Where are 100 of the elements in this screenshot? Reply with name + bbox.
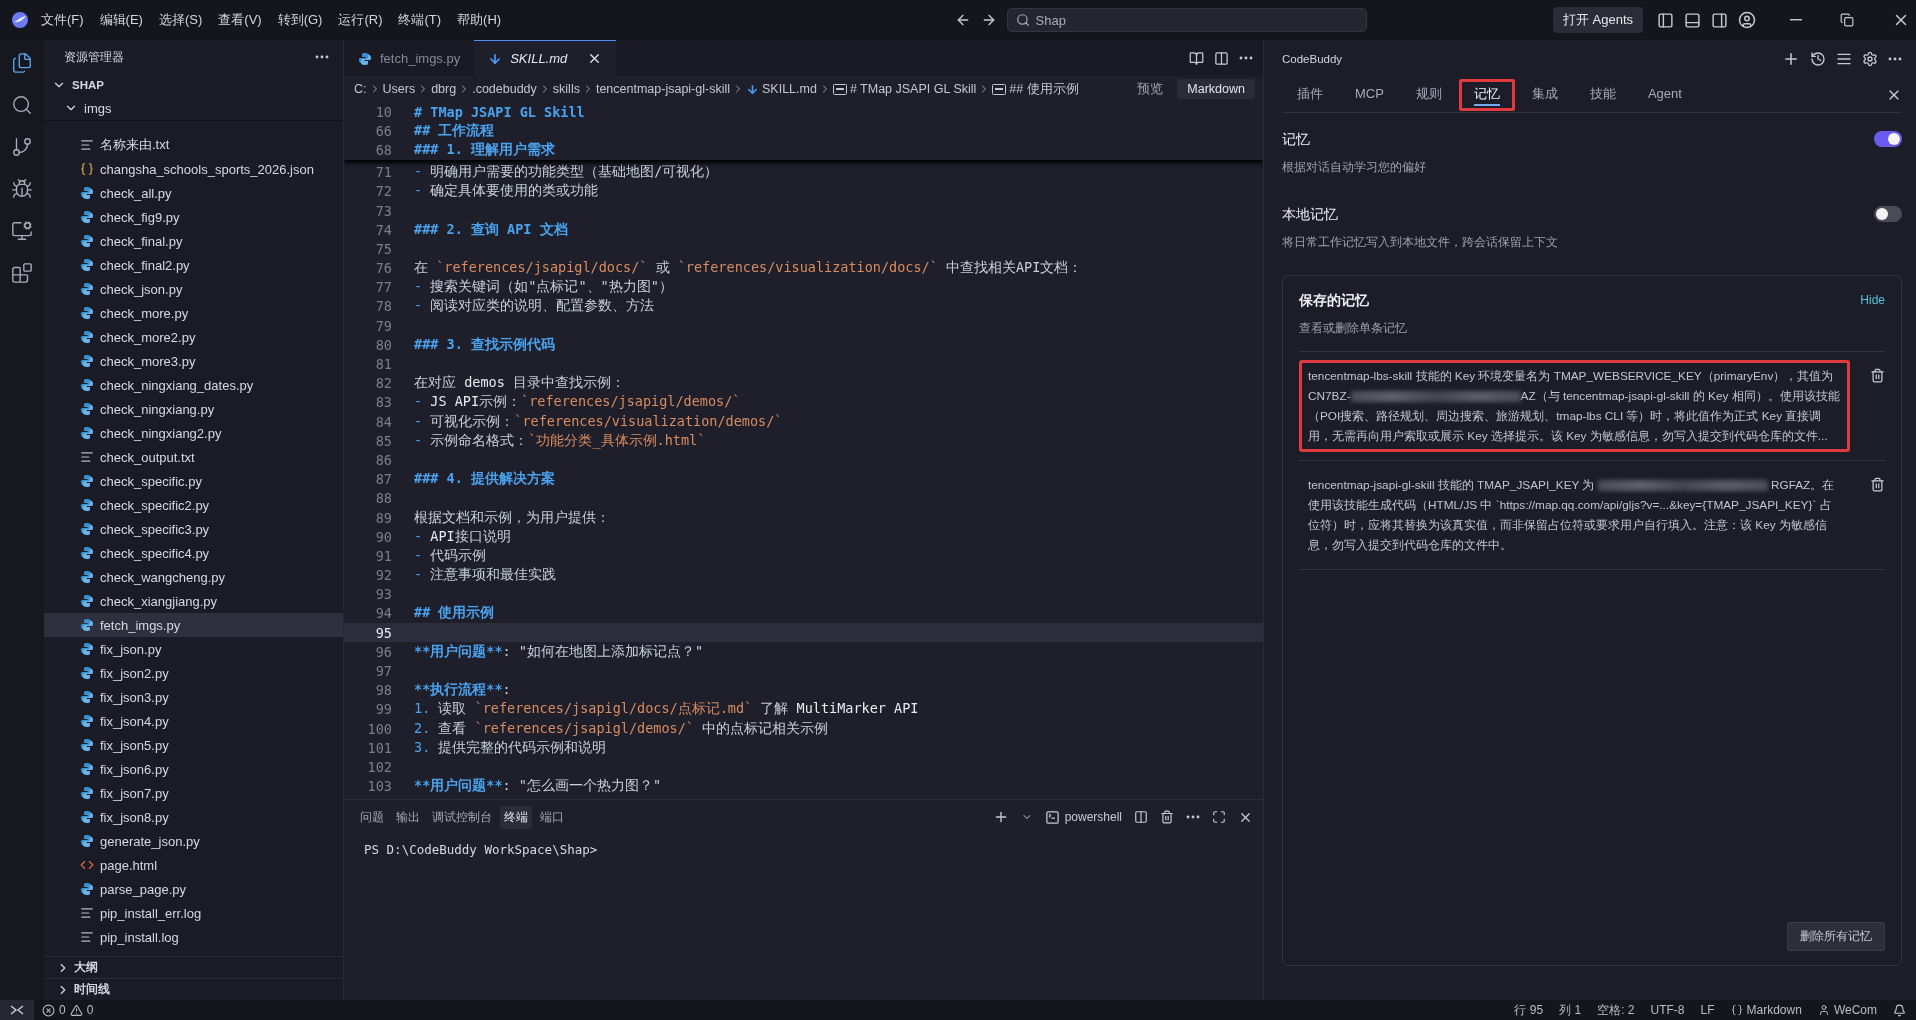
settings-tab[interactable]: 规则 [1400, 79, 1457, 111]
remote-button[interactable] [0, 1000, 34, 1020]
status-item[interactable]: 行 95 [1506, 1001, 1552, 1019]
preview-link[interactable]: 预览 [1133, 80, 1168, 98]
delete-all-button[interactable]: 删除所有记忆 [1787, 922, 1885, 951]
toggle-switch[interactable] [1874, 131, 1902, 147]
file-item[interactable]: fix_json4.py [44, 709, 343, 733]
file-item[interactable]: fix_json7.py [44, 781, 343, 805]
breadcrumb-item[interactable]: SKILL.md [746, 82, 817, 96]
file-item[interactable]: check_wangcheng.py [44, 565, 343, 589]
breadcrumb-item[interactable]: Users [382, 82, 416, 96]
status-item[interactable]: Markdown [1722, 1003, 1810, 1017]
markdown-button[interactable]: Markdown [1177, 79, 1255, 99]
minimize-button[interactable] [1790, 19, 1802, 21]
file-item[interactable]: check_more3.py [44, 349, 343, 373]
left-panel-button[interactable] [1657, 11, 1674, 29]
problems-button[interactable]: 0 0 [34, 1003, 102, 1017]
file-item[interactable]: fix_json6.py [44, 757, 343, 781]
activity-button[interactable] [11, 262, 33, 284]
restore-button[interactable] [1840, 13, 1854, 27]
breadcrumb-item[interactable]: skills [552, 82, 580, 96]
file-item[interactable]: check_final2.py [44, 253, 343, 277]
settings-tab[interactable]: 记忆 [1458, 79, 1515, 111]
panel-tab[interactable]: 输出 [392, 805, 424, 829]
settings-tab[interactable]: MCP [1340, 79, 1399, 111]
status-item[interactable]: 空格: 2 [1589, 1001, 1643, 1019]
history-button[interactable] [1810, 51, 1826, 67]
menu-item[interactable]: 查看(V) [211, 7, 269, 33]
more-button[interactable] [315, 55, 329, 59]
more-button[interactable] [1888, 57, 1902, 61]
split-editor-button[interactable] [1214, 50, 1229, 66]
workspace-folder[interactable]: SHAP [44, 74, 343, 96]
menu-item[interactable]: 编辑(E) [92, 7, 150, 33]
file-item[interactable]: changsha_schools_sports_2026.json [44, 157, 343, 181]
breadcrumb-item[interactable]: ## 使用示例 [992, 80, 1079, 98]
file-item[interactable]: generate_json.py [44, 829, 343, 853]
file-item[interactable]: fix_json3.py [44, 685, 343, 709]
settings-button[interactable] [1862, 51, 1878, 67]
activity-button[interactable] [11, 220, 33, 242]
activity-button[interactable] [11, 52, 33, 74]
breadcrumb-item[interactable]: C: [354, 82, 367, 96]
file-item[interactable]: parse_page.py [44, 877, 343, 901]
file-item[interactable]: check_specific.py [44, 469, 343, 493]
file-item[interactable]: check_more.py [44, 301, 343, 325]
split-terminal-button[interactable] [1134, 810, 1148, 824]
settings-tab[interactable]: 集成 [1516, 79, 1573, 111]
file-item[interactable]: pip_install_err.log [44, 901, 343, 925]
breadcrumb-item[interactable]: .codebuddy [472, 82, 537, 96]
breadcrumb-item[interactable]: tencentmap-jsapi-gl-skill [595, 82, 730, 96]
panel-tab[interactable]: 调试控制台 [428, 805, 496, 829]
notifications-button[interactable] [1893, 1003, 1906, 1017]
activity-button[interactable] [11, 136, 33, 158]
menu-item[interactable]: 运行(R) [331, 7, 390, 33]
menu-item[interactable]: 转到(G) [270, 7, 330, 33]
search-field[interactable]: Shap [1006, 8, 1367, 32]
settings-tab[interactable]: Agent [1632, 79, 1697, 111]
file-item[interactable]: pip_install.log [44, 925, 343, 949]
menu-item[interactable]: 终端(T) [391, 7, 449, 33]
file-item[interactable]: check_xiangjiang.py [44, 589, 343, 613]
editor-tab[interactable]: SKILL.md [474, 40, 617, 76]
settings-tab[interactable]: 插件 [1282, 79, 1338, 111]
activity-button[interactable] [11, 178, 33, 200]
panel-tab[interactable]: 问题 [356, 805, 388, 829]
menu-item[interactable]: 文件(F) [34, 7, 91, 33]
file-item[interactable]: fix_json8.py [44, 805, 343, 829]
section-header[interactable]: 大纲 [44, 956, 343, 978]
trash-button[interactable] [1160, 810, 1174, 824]
settings-tab[interactable]: 技能 [1574, 79, 1631, 111]
file-item[interactable]: check_ningxiang.py [44, 397, 343, 421]
activity-button[interactable] [11, 94, 33, 116]
more-button[interactable] [1239, 56, 1253, 60]
breadcrumb-item[interactable]: dbrg [431, 82, 457, 96]
preview-button[interactable] [1189, 50, 1204, 66]
delete-button[interactable] [1870, 477, 1885, 492]
hide-link[interactable]: Hide [1860, 292, 1885, 308]
menu-item[interactable]: 选择(S) [151, 7, 210, 33]
menu-button[interactable] [1836, 51, 1852, 67]
status-item[interactable]: UTF-8 [1642, 1003, 1693, 1017]
file-item[interactable]: 名称来由.txt [44, 133, 343, 157]
file-item[interactable]: check_specific4.py [44, 541, 343, 565]
file-item[interactable]: fix_json5.py [44, 733, 343, 757]
file-item[interactable]: fetch_imgs.py [44, 613, 343, 637]
file-item[interactable]: check_all.py [44, 181, 343, 205]
panel-tab[interactable]: 终端 [500, 805, 532, 829]
status-item[interactable]: 列 1 [1551, 1001, 1590, 1019]
file-item[interactable]: check_specific3.py [44, 517, 343, 541]
file-item[interactable]: check_specific2.py [44, 493, 343, 517]
bottom-panel-button[interactable] [1684, 11, 1701, 29]
toggle-switch[interactable] [1874, 206, 1902, 222]
status-item[interactable]: WeCom [1809, 1003, 1885, 1017]
file-item[interactable]: check_output.txt [44, 445, 343, 469]
file-item[interactable]: check_final.py [44, 229, 343, 253]
account-button[interactable] [1738, 11, 1756, 29]
delete-button[interactable] [1870, 368, 1885, 383]
file-item[interactable]: page.html [44, 853, 343, 877]
folder-item[interactable]: imgs [44, 96, 343, 120]
panel-tab[interactable]: 端口 [536, 805, 568, 829]
add-button[interactable] [1782, 50, 1800, 68]
file-item[interactable]: check_more2.py [44, 325, 343, 349]
shell-button[interactable]: powershell [1044, 809, 1122, 825]
